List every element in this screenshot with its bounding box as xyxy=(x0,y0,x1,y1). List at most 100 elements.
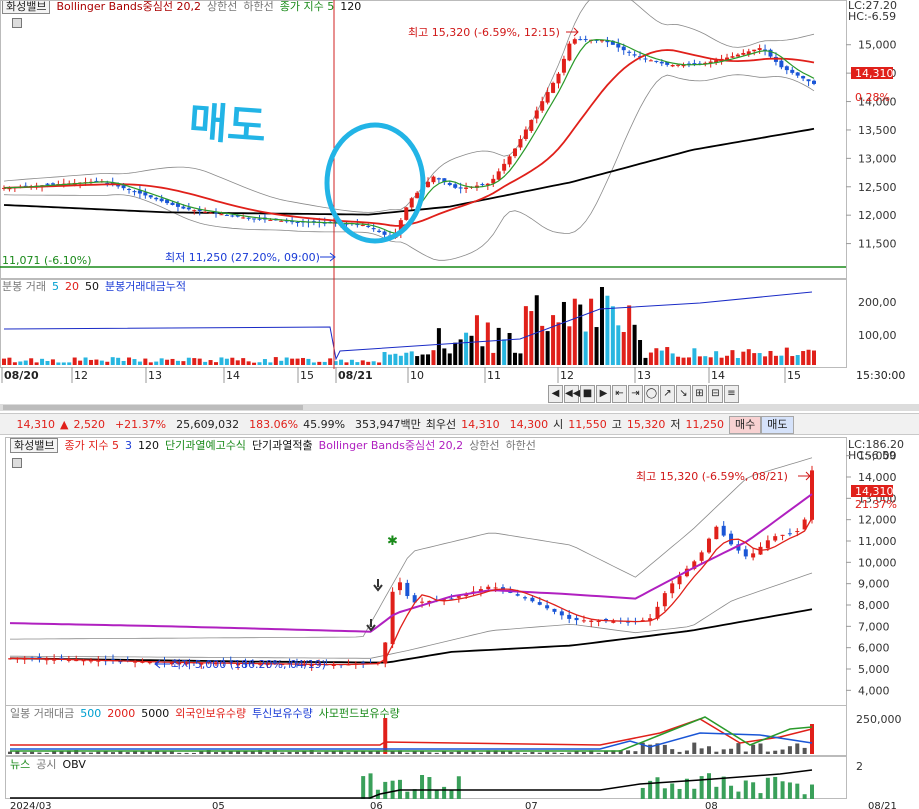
top-candle-body xyxy=(360,224,365,226)
chart-control-button[interactable]: ◀ xyxy=(548,385,563,403)
chart-control-button[interactable]: ⇤ xyxy=(612,385,627,403)
bottom-obv-bar xyxy=(677,788,682,799)
bottom-volume-bar xyxy=(714,751,719,754)
top-volume-bar xyxy=(72,357,77,365)
top-volume-bar xyxy=(355,362,360,365)
bottom-vol-ma3[interactable]: 5000 xyxy=(141,707,169,720)
top-volume-tick: 100,00 xyxy=(858,329,897,342)
top-candle-body xyxy=(464,187,469,189)
top-volume-bar xyxy=(273,357,278,365)
bottom-volume-bar xyxy=(736,743,741,754)
bottom-volume-bar xyxy=(633,751,638,754)
top-volume-title[interactable]: 분봉 거래 xyxy=(2,280,46,293)
bottom-volume-bar xyxy=(677,751,682,754)
top-volume-bar xyxy=(143,358,148,365)
top-candle-body xyxy=(752,49,757,52)
bottom-volume-bar xyxy=(221,751,226,754)
info-change-pct: +21.37% xyxy=(114,418,167,431)
top-volume-bar xyxy=(7,357,12,365)
top-time-label: 14 xyxy=(711,369,725,382)
news-legend[interactable]: 뉴스 xyxy=(10,758,30,771)
bottom-volume-bar xyxy=(751,744,756,754)
chart-control-button[interactable]: ◀◀ xyxy=(564,385,580,403)
info-turnover: 45.99% xyxy=(303,418,346,431)
chart-control-button[interactable]: ↗ xyxy=(660,385,675,403)
bottom-price-tick: 5,000 xyxy=(858,663,890,676)
bottom-obv-chart[interactable]: 2 xyxy=(0,756,919,800)
bottom-candle-body xyxy=(567,614,572,619)
top-volume-bar xyxy=(426,354,431,365)
bottom-candle-body xyxy=(662,593,667,607)
bottom-private-legend[interactable]: 사모펀드보유수량 xyxy=(319,707,400,720)
obv-legend[interactable]: OBV xyxy=(63,758,86,771)
top-current-pct: 0.28% xyxy=(855,91,890,104)
top-volume-bar xyxy=(578,304,583,365)
chart-control-button[interactable]: ⊟ xyxy=(708,385,723,403)
top-volume-bar xyxy=(197,358,202,365)
bottom-volume-title[interactable]: 일봉 거래대금 xyxy=(10,707,74,720)
top-candle-body xyxy=(436,178,441,180)
top-candle-body xyxy=(431,176,436,183)
bottom-volume-bar xyxy=(802,747,807,754)
top-volume-bar xyxy=(583,331,588,365)
chart-control-button[interactable]: ⇥ xyxy=(628,385,643,403)
chart-control-button[interactable]: ▶ xyxy=(596,385,611,403)
bottom-foreign-legend[interactable]: 외국인보유수량 xyxy=(175,707,246,720)
bottom-trust-legend[interactable]: 투신보유수량 xyxy=(252,707,313,720)
bottom-volume-bar xyxy=(662,744,667,754)
bottom-volume-bar xyxy=(603,751,608,754)
bottom-volume-bar xyxy=(780,749,785,754)
top-volume-bar xyxy=(415,356,420,365)
bottom-volume-bar xyxy=(692,742,697,754)
top-volume-bar xyxy=(121,360,126,365)
chart-control-button[interactable]: ≡ xyxy=(724,385,739,403)
bottom-volume-bar xyxy=(37,752,42,754)
top-volume-bar xyxy=(779,355,784,365)
chart-control-button[interactable]: ◯ xyxy=(644,385,659,403)
top-candle-body xyxy=(643,58,648,60)
bottom-candle-body xyxy=(405,582,410,597)
top-volume-bar xyxy=(654,348,659,365)
bottom-price-tick: 10,000 xyxy=(858,556,897,569)
top-volume-bar xyxy=(154,361,159,365)
top-vol-ma3[interactable]: 50 xyxy=(85,280,99,293)
top-volume-bar xyxy=(40,358,45,365)
top-volume-bar xyxy=(442,348,447,365)
bottom-candle-body xyxy=(670,583,675,594)
top-volume-bar xyxy=(175,360,180,365)
top-candle-body xyxy=(203,211,208,213)
bottom-candle-body xyxy=(589,620,594,622)
bottom-bb-mid-line xyxy=(9,493,813,633)
top-candle-body xyxy=(377,230,382,232)
top-volume-bar xyxy=(219,357,224,365)
bottom-vol-ma1[interactable]: 500 xyxy=(80,707,101,720)
disclosure-legend[interactable]: 공시 xyxy=(36,758,56,771)
top-vol-ma1[interactable]: 5 xyxy=(52,280,59,293)
top-volume-bar xyxy=(192,358,197,365)
chart-control-button[interactable]: ■ xyxy=(580,385,595,403)
top-volume-bar xyxy=(594,327,599,365)
bottom-volume-tick: 250,000 xyxy=(856,713,902,726)
bottom-candle-body xyxy=(596,620,601,623)
top-volume-bar xyxy=(795,355,800,365)
bottom-price-chart[interactable]: 4,000 5,000 6,000 7,000 8,000 9,000 10,000 11,0… xyxy=(0,437,919,707)
top-volume-bar xyxy=(88,359,93,365)
top-volume-bar xyxy=(730,350,735,365)
top-volume-bar xyxy=(12,362,17,365)
bottom-vol-ma2[interactable]: 2000 xyxy=(107,707,135,720)
top-volume-bar xyxy=(50,359,55,365)
scrollbar-thumb[interactable] xyxy=(3,405,303,410)
top-vol-cum[interactable]: 분봉거래대금누적 xyxy=(105,280,186,293)
top-vol-ma2[interactable]: 20 xyxy=(65,280,79,293)
top-volume-bar xyxy=(616,325,621,365)
chart-control-button[interactable]: ⊞ xyxy=(692,385,707,403)
chart-control-button[interactable]: ↘ xyxy=(676,385,691,403)
horizontal-scrollbar[interactable] xyxy=(0,404,919,411)
bottom-volume-bar xyxy=(773,750,778,754)
top-volume-bar xyxy=(420,354,425,365)
sell-button[interactable]: 매도 xyxy=(761,416,794,434)
top-candle-body xyxy=(621,46,626,51)
top-volume-bar xyxy=(485,322,490,365)
buy-button[interactable]: 매수 xyxy=(729,416,762,434)
top-price-chart[interactable]: 11,50012,00012,50013,00013,50014,00014,5… xyxy=(0,0,919,280)
